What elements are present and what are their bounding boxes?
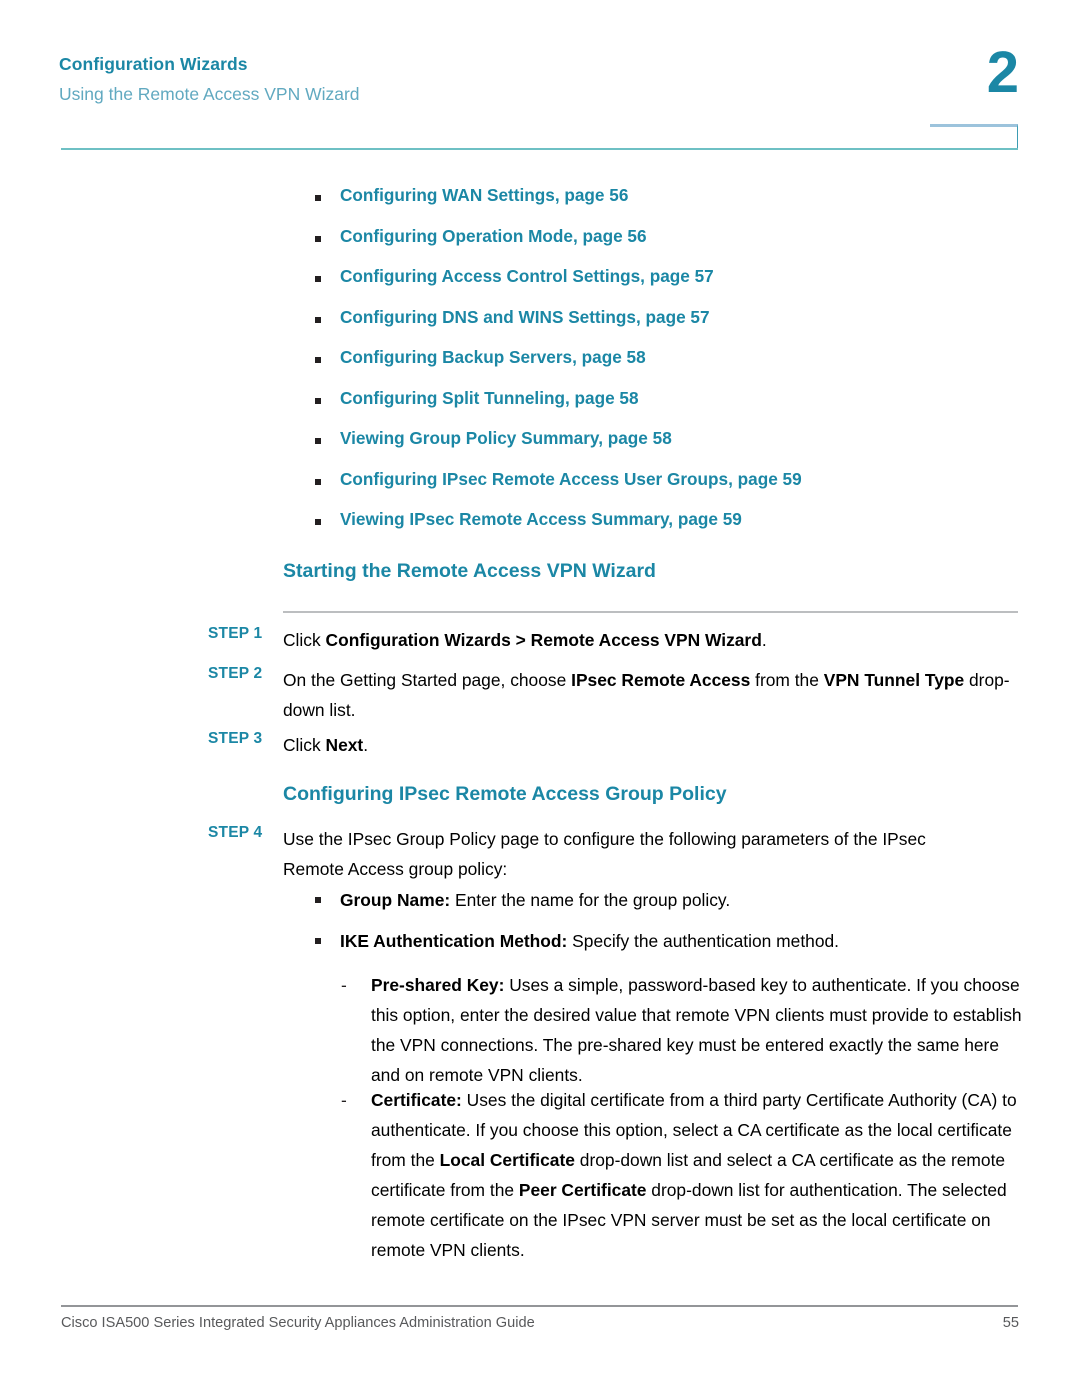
step1-text-1: Click [283, 630, 326, 650]
step2-bold-2: VPN Tunnel Type [823, 670, 965, 690]
square-bullet-icon [315, 438, 321, 444]
step-label-2: STEP 2 [208, 665, 263, 682]
step3-text-1: Click [283, 735, 326, 755]
bullet-group-name-text: Group Name: Enter the name for the group… [340, 885, 1023, 915]
square-bullet-icon [315, 938, 321, 944]
section-heading-starting-wizard: Starting the Remote Access VPN Wizard [283, 560, 656, 582]
step-body-1: Click Configuration Wizards > Remote Acc… [283, 625, 1021, 655]
list-item: Configuring WAN Settings, page 56 [0, 182, 1080, 223]
chapter-title: Configuration Wizards [59, 54, 248, 74]
square-bullet-icon [315, 478, 321, 485]
document-page: Configuration Wizards Using the Remote A… [0, 0, 1080, 1397]
page-header: Configuration Wizards Using the Remote A… [0, 0, 1080, 152]
step3-text-2: . [363, 735, 369, 755]
square-bullet-icon [315, 357, 321, 363]
toc-link-group-policy-summary[interactable]: Viewing Group Policy Summary, page 58 [340, 425, 672, 451]
list-item: Viewing IPsec Remote Access Summary, pag… [0, 506, 1080, 547]
step2-text-2: from the [750, 670, 824, 690]
square-bullet-icon [315, 276, 321, 282]
footer-guide-title: Cisco ISA500 Series Integrated Security … [61, 1315, 535, 1331]
bullet-ike-auth-method: IKE Authentication Method: Specify the a… [283, 926, 1023, 956]
group-name-desc: Enter the name for the group policy. [450, 890, 731, 910]
toc-link-operation-mode[interactable]: Configuring Operation Mode, page 56 [340, 223, 647, 249]
step-body-4: Use the IPsec Group Policy page to confi… [283, 829, 926, 879]
step-label-1: STEP 1 [208, 625, 263, 642]
peer-certificate-label: Peer Certificate [518, 1180, 647, 1200]
header-rule [61, 148, 1018, 150]
step3-bold-1: Next [325, 735, 364, 755]
toc-link-backup-servers[interactable]: Configuring Backup Servers, page 58 [340, 344, 646, 370]
step-label-4: STEP 4 [208, 824, 263, 841]
step-label-3: STEP 3 [208, 730, 263, 747]
list-item: Configuring Operation Mode, page 56 [0, 223, 1080, 264]
step2-bold-1: IPsec Remote Access [571, 670, 751, 690]
square-bullet-icon [315, 519, 321, 525]
header-titles: Configuration Wizards Using the Remote A… [59, 54, 360, 104]
square-bullet-icon [315, 195, 321, 201]
local-certificate-label: Local Certificate [439, 1150, 575, 1170]
square-bullet-icon [315, 316, 321, 323]
step-body-3: Click Next. [283, 730, 1021, 760]
dash-bullet-icon: - [341, 1090, 347, 1110]
running-section-title: Using the Remote Access VPN Wizard [59, 83, 360, 104]
bullet-group-name: Group Name: Enter the name for the group… [283, 885, 1023, 915]
list-item: Viewing Group Policy Summary, page 58 [0, 425, 1080, 466]
toc-link-access-control-settings[interactable]: Configuring Access Control Settings, pag… [340, 263, 714, 289]
list-item: Configuring Access Control Settings, pag… [0, 263, 1080, 304]
pre-shared-key-text: Pre-shared Key: Uses a simple, password-… [371, 970, 1025, 1090]
square-bullet-icon [315, 235, 321, 242]
list-item: Configuring Backup Servers, page 58 [0, 344, 1080, 385]
section-divider [283, 611, 1018, 613]
chapter-number: 2 [986, 40, 1019, 105]
toc-link-ipsec-user-groups[interactable]: Configuring IPsec Remote Access User Gro… [340, 466, 802, 492]
square-bullet-icon [315, 897, 321, 903]
cross-reference-list: Configuring WAN Settings, page 56 Config… [0, 182, 1080, 547]
subbullet-certificate: - Certificate: Uses the digital certific… [283, 1085, 1025, 1265]
step1-text-2: . [761, 630, 767, 650]
bullet-ike-auth-text: IKE Authentication Method: Specify the a… [340, 926, 1023, 956]
toc-link-dns-wins-settings[interactable]: Configuring DNS and WINS Settings, page … [340, 304, 710, 330]
ike-auth-label: IKE Authentication Method: [340, 931, 568, 951]
footer-rule [61, 1305, 1018, 1307]
header-corner-box [930, 124, 1018, 150]
group-name-label: Group Name: [340, 890, 451, 910]
ike-auth-desc: Specify the authentication method. [567, 931, 840, 951]
toc-link-split-tunneling[interactable]: Configuring Split Tunneling, page 58 [340, 385, 639, 411]
section-heading-configuring-group-policy: Configuring IPsec Remote Access Group Po… [283, 783, 727, 805]
certificate-text: Certificate: Uses the digital certificat… [371, 1085, 1025, 1265]
list-item: Configuring Split Tunneling, page 58 [0, 385, 1080, 426]
toc-link-wan-settings[interactable]: Configuring WAN Settings, page 56 [340, 182, 628, 208]
list-item: Configuring DNS and WINS Settings, page … [0, 304, 1080, 345]
pre-shared-key-label: Pre-shared Key: [371, 975, 505, 995]
toc-link-ipsec-summary[interactable]: Viewing IPsec Remote Access Summary, pag… [340, 506, 742, 532]
subbullet-pre-shared-key: - Pre-shared Key: Uses a simple, passwor… [283, 970, 1025, 1090]
footer-page-number: 55 [1002, 1315, 1019, 1331]
list-item: Configuring IPsec Remote Access User Gro… [0, 466, 1080, 507]
step-body-2: On the Getting Started page, choose IPse… [283, 665, 1021, 725]
dash-bullet-icon: - [341, 975, 347, 995]
square-bullet-icon [315, 397, 321, 404]
step2-text-1: On the Getting Started page, choose [283, 670, 572, 690]
certificate-label: Certificate: [371, 1090, 462, 1110]
step1-bold-1: Configuration Wizards > Remote Access VP… [325, 630, 762, 650]
